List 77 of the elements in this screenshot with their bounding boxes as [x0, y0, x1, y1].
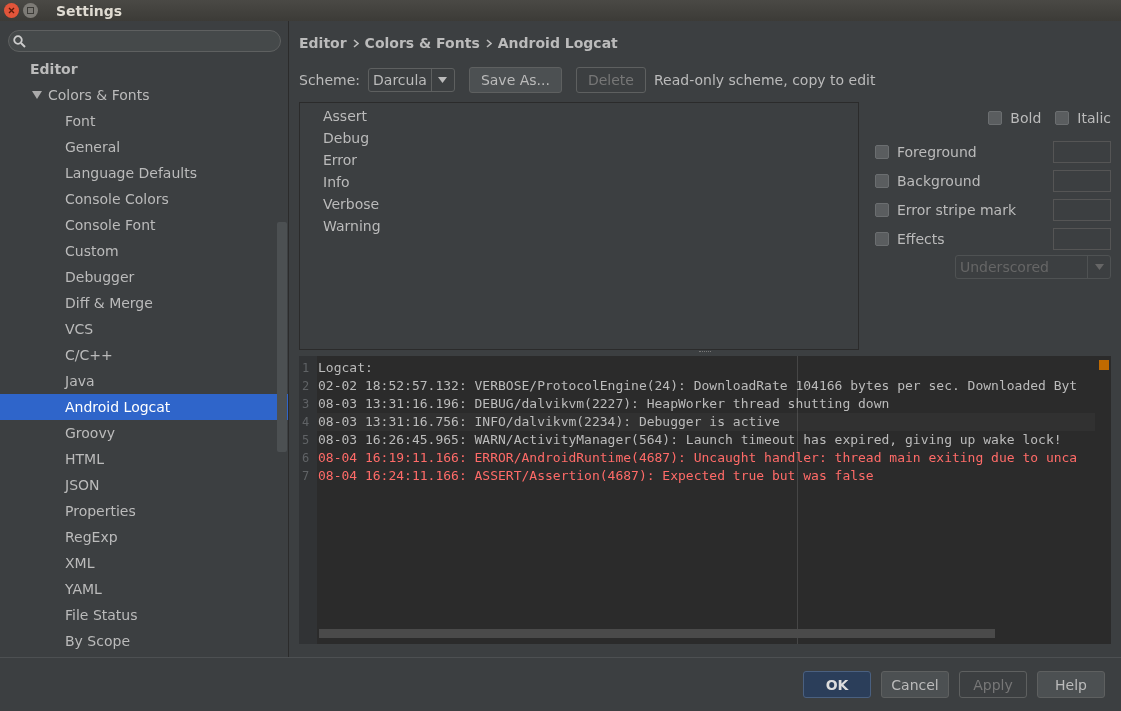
sidebar-item[interactable]: Console Colors	[0, 186, 288, 212]
sidebar-item[interactable]: Debugger	[0, 264, 288, 290]
caret-icon	[438, 77, 448, 83]
attribute-item[interactable]: Debug	[300, 127, 858, 149]
window-title: Settings	[56, 2, 123, 19]
sidebar-item[interactable]: C/C++	[0, 342, 288, 368]
log-line: 08-03 13:31:16.196: DEBUG/dalvikvm(2227): HeapWorker thread shutting down	[317, 395, 891, 413]
checkbox[interactable]	[875, 144, 889, 159]
log-line: 08-04 16:24:11.166: ASSERT/Assertion(4687): Expected true but was false	[317, 467, 875, 485]
sidebar-item[interactable]: Groovy	[0, 420, 288, 446]
close-button[interactable]	[4, 3, 19, 18]
sidebar-item[interactable]: YAML	[0, 576, 288, 602]
attribute-item[interactable]: Assert	[300, 105, 858, 127]
log-line: 08-04 16:19:11.166: ERROR/AndroidRuntime(4687): Uncaught handler: thread main exiting due to unca	[317, 449, 1079, 467]
scrollbar-thumb[interactable]	[277, 222, 287, 452]
checkbox[interactable]	[875, 173, 889, 188]
checkbox[interactable]	[875, 202, 889, 217]
sidebar-item[interactable]: RegExp	[0, 524, 288, 550]
dialog-button[interactable]: Cancel	[881, 671, 949, 698]
chevron-icon	[485, 38, 492, 48]
sidebar-item[interactable]: JSON	[0, 472, 288, 498]
expand-triangle-icon[interactable]	[32, 90, 42, 100]
sidebar-section: Editor	[0, 56, 288, 82]
scheme-dropdown[interactable]: Darcula	[368, 68, 455, 92]
chevron-icon	[352, 38, 359, 48]
color-swatch[interactable]	[1053, 169, 1111, 192]
checkbox-label[interactable]: Italic	[1077, 110, 1111, 126]
checkbox-label[interactable]: Effects	[897, 230, 945, 247]
sidebar-item[interactable]: Properties	[0, 498, 288, 524]
checkbox-label[interactable]: Bold	[1010, 110, 1042, 126]
scheme-label: Scheme:	[299, 72, 361, 88]
sidebar-item[interactable]: File Status	[0, 602, 288, 628]
attribute-item[interactable]: Error	[300, 149, 858, 171]
breadcrumb-item: Android Logcat	[497, 35, 618, 51]
sidebar-item[interactable]: VCS	[0, 316, 288, 342]
checkbox[interactable]	[988, 111, 1003, 125]
dialog-button[interactable]: OK	[803, 671, 871, 698]
log-line: 08-03 16:26:45.965: WARN/ActivityManager(564): Launch timeout has expired, giving up wake lock!	[317, 431, 1063, 449]
breadcrumb-item: Colors & Fonts	[364, 35, 480, 51]
sidebar-item[interactable]: HTML	[0, 446, 288, 472]
sidebar-item[interactable]: Diff & Merge	[0, 290, 288, 316]
scrollbar-thumb[interactable]	[319, 629, 995, 638]
checkbox[interactable]	[1055, 111, 1070, 125]
sidebar-item[interactable]: By Scope	[0, 628, 288, 654]
breadcrumb-item: Editor	[299, 35, 347, 51]
color-swatch[interactable]	[1053, 140, 1111, 163]
checkbox-label[interactable]: Background	[897, 172, 981, 189]
maximize-button[interactable]	[23, 3, 38, 18]
sidebar-item[interactable]: Colors & Fonts	[48, 87, 150, 103]
log-line: Logcat:	[317, 359, 374, 377]
sidebar-item[interactable]: Java	[0, 368, 288, 394]
save-as-button[interactable]: Save As...	[468, 67, 562, 93]
sidebar-item[interactable]: Console Font	[0, 212, 288, 238]
checkbox[interactable]	[875, 231, 889, 246]
search-field[interactable]	[8, 30, 281, 52]
sidebar-item[interactable]: Android Logcat	[0, 394, 288, 420]
status-marker	[1099, 360, 1109, 370]
color-swatch[interactable]	[1053, 198, 1111, 221]
log-line: 02-02 18:52:57.132: VERBOSE/ProtocolEngine(24): DownloadRate 104166 bytes per sec. Downloaded Byt	[317, 377, 1079, 395]
attribute-item[interactable]: Verbose	[300, 193, 858, 215]
maximize-icon	[27, 7, 34, 14]
sidebar-item[interactable]: XML	[0, 550, 288, 576]
splitter-handle[interactable]	[699, 351, 711, 355]
attribute-item[interactable]: Info	[300, 171, 858, 193]
color-swatch[interactable]	[1053, 227, 1111, 250]
attribute-item[interactable]: Warning	[300, 215, 858, 237]
sidebar-item[interactable]: Custom	[0, 238, 288, 264]
sidebar-item[interactable]: General	[0, 134, 288, 160]
sidebar-item[interactable]: Font	[0, 108, 288, 134]
close-icon	[8, 7, 15, 14]
checkbox-label[interactable]: Foreground	[897, 143, 977, 160]
caret-icon	[1094, 264, 1104, 270]
dialog-button[interactable]: Help	[1037, 671, 1105, 698]
checkbox-label[interactable]: Error stripe mark	[897, 201, 1017, 218]
scheme-note: Read-only scheme, copy to edit	[653, 72, 876, 88]
search-icon	[13, 34, 26, 48]
sidebar-item[interactable]: Language Defaults	[0, 160, 288, 186]
